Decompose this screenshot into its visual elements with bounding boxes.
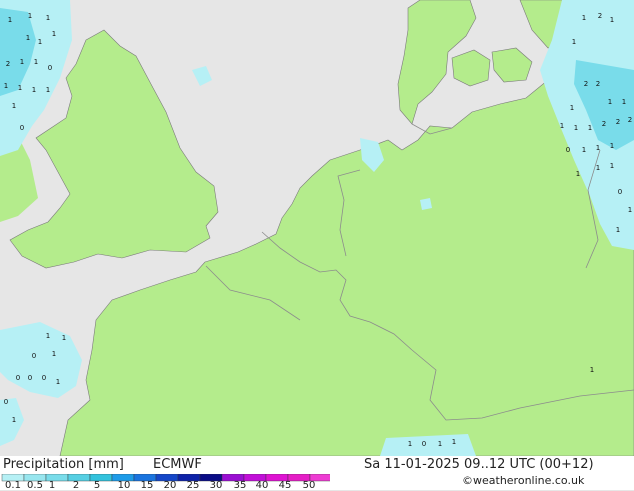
precip-value-label: 1 bbox=[28, 12, 32, 20]
precip-value-label: 1 bbox=[560, 122, 564, 130]
colorbar-tick-label: 5 bbox=[93, 480, 101, 491]
precip-value-label: 1 bbox=[56, 378, 60, 386]
precip-value-label: 1 bbox=[4, 82, 8, 90]
precip-value-label: 1 bbox=[610, 142, 614, 150]
precip-value-label: 0 bbox=[566, 146, 570, 154]
precip-value-label: 1 bbox=[582, 146, 586, 154]
precipitation-map: 1 1 11 112 1 101 1 1 1101 2 112 21 111 2 2 21 10 1 1 11 1101… bbox=[0, 0, 634, 456]
precip-value-label: 0 bbox=[20, 124, 24, 132]
precip-value-label: 1 bbox=[582, 14, 586, 22]
precip-value-label: 1 bbox=[574, 124, 578, 132]
precip-value-label: 1 bbox=[438, 440, 442, 448]
precip-value-label: 1 bbox=[622, 98, 626, 106]
colorbar-tick-label: 2 bbox=[72, 480, 80, 491]
precip-value-label: 1 bbox=[46, 86, 50, 94]
precip-value-label: 1 bbox=[62, 334, 66, 342]
precip-value-label: 1 bbox=[628, 206, 632, 214]
precip-value-label: 1 bbox=[32, 86, 36, 94]
precip-value-label: 2 bbox=[6, 60, 10, 68]
precip-value-label: 0 bbox=[4, 398, 8, 406]
footer-model: ECMWF bbox=[153, 457, 202, 472]
precip-value-label: 0 bbox=[42, 374, 46, 382]
precip-value-label: 1 bbox=[18, 84, 22, 92]
colorbar-tick-label: 40 bbox=[255, 480, 269, 491]
footer-title: Precipitation [mm] bbox=[3, 457, 124, 472]
precip-value-label: 1 bbox=[34, 58, 38, 66]
footer-credit: ©weatheronline.co.uk bbox=[462, 474, 585, 487]
precip-value-label: 1 bbox=[588, 124, 592, 132]
footer-datetime: Sa 11-01-2025 09..12 UTC (00+12) bbox=[364, 457, 594, 472]
precip-value-label: 1 bbox=[608, 98, 612, 106]
precip-value-label: 1 bbox=[576, 170, 580, 178]
precip-value-label: 2 bbox=[584, 80, 588, 88]
precip-value-label: 1 bbox=[452, 438, 456, 446]
precip-value-label: 0 bbox=[28, 374, 32, 382]
precip-value-label: 1 bbox=[610, 162, 614, 170]
precip-value-label: 2 bbox=[616, 118, 620, 126]
colorbar-tick-label: 1 bbox=[48, 480, 56, 491]
precip-value-label: 0 bbox=[618, 188, 622, 196]
precip-value-label: 2 bbox=[596, 80, 600, 88]
precip-value-label: 1 bbox=[26, 34, 30, 42]
colorbar-tick-label: 45 bbox=[278, 480, 292, 491]
precip-value-label: 0 bbox=[422, 440, 426, 448]
precip-value-label: 1 bbox=[46, 14, 50, 22]
precip-value-label: 1 bbox=[20, 58, 24, 66]
map-widget: 1111112110111110121122111122211011111101… bbox=[0, 0, 634, 491]
precip-value-label: 0 bbox=[48, 64, 52, 72]
precip-value-label: 1 bbox=[12, 416, 16, 424]
colorbar-tick-label: 0.5 bbox=[27, 480, 43, 491]
precip-value-label: 1 bbox=[596, 164, 600, 172]
precip-value-label: 1 bbox=[12, 102, 16, 110]
colorbar-tick-label: 10 bbox=[117, 480, 131, 491]
precip-value-label: 1 bbox=[52, 30, 56, 38]
colorbar-tick-label: 20 bbox=[163, 480, 177, 491]
precip-value-label: 0 bbox=[32, 352, 36, 360]
colorbar-tick-label: 0.1 bbox=[5, 480, 21, 491]
precip-value-label: 2 bbox=[602, 120, 606, 128]
colorbar-tick-label: 15 bbox=[140, 480, 154, 491]
colorbar-tick-label: 50 bbox=[302, 480, 316, 491]
colorbar-tick-label: 25 bbox=[186, 480, 200, 491]
precip-value-label: 1 bbox=[590, 366, 594, 374]
precip-value-label: 2 bbox=[598, 12, 602, 20]
precip-value-label: 1 bbox=[570, 104, 574, 112]
precip-value-label: 1 bbox=[52, 350, 56, 358]
precip-value-label: 0 bbox=[16, 374, 20, 382]
precip-value-label: 1 bbox=[38, 38, 42, 46]
precip-value-label: 2 bbox=[628, 116, 632, 124]
precip-value-label: 1 bbox=[8, 16, 12, 24]
colorbar-tick-label: 30 bbox=[209, 480, 223, 491]
precip-value-label: 1 bbox=[610, 16, 614, 24]
precip-value-label: 1 bbox=[596, 144, 600, 152]
precip-value-label: 1 bbox=[46, 332, 50, 340]
precip-value-label: 1 bbox=[408, 440, 412, 448]
precip-value-label: 1 bbox=[616, 226, 620, 234]
precip-value-label: 1 bbox=[572, 38, 576, 46]
colorbar-tick-label: 35 bbox=[233, 480, 247, 491]
